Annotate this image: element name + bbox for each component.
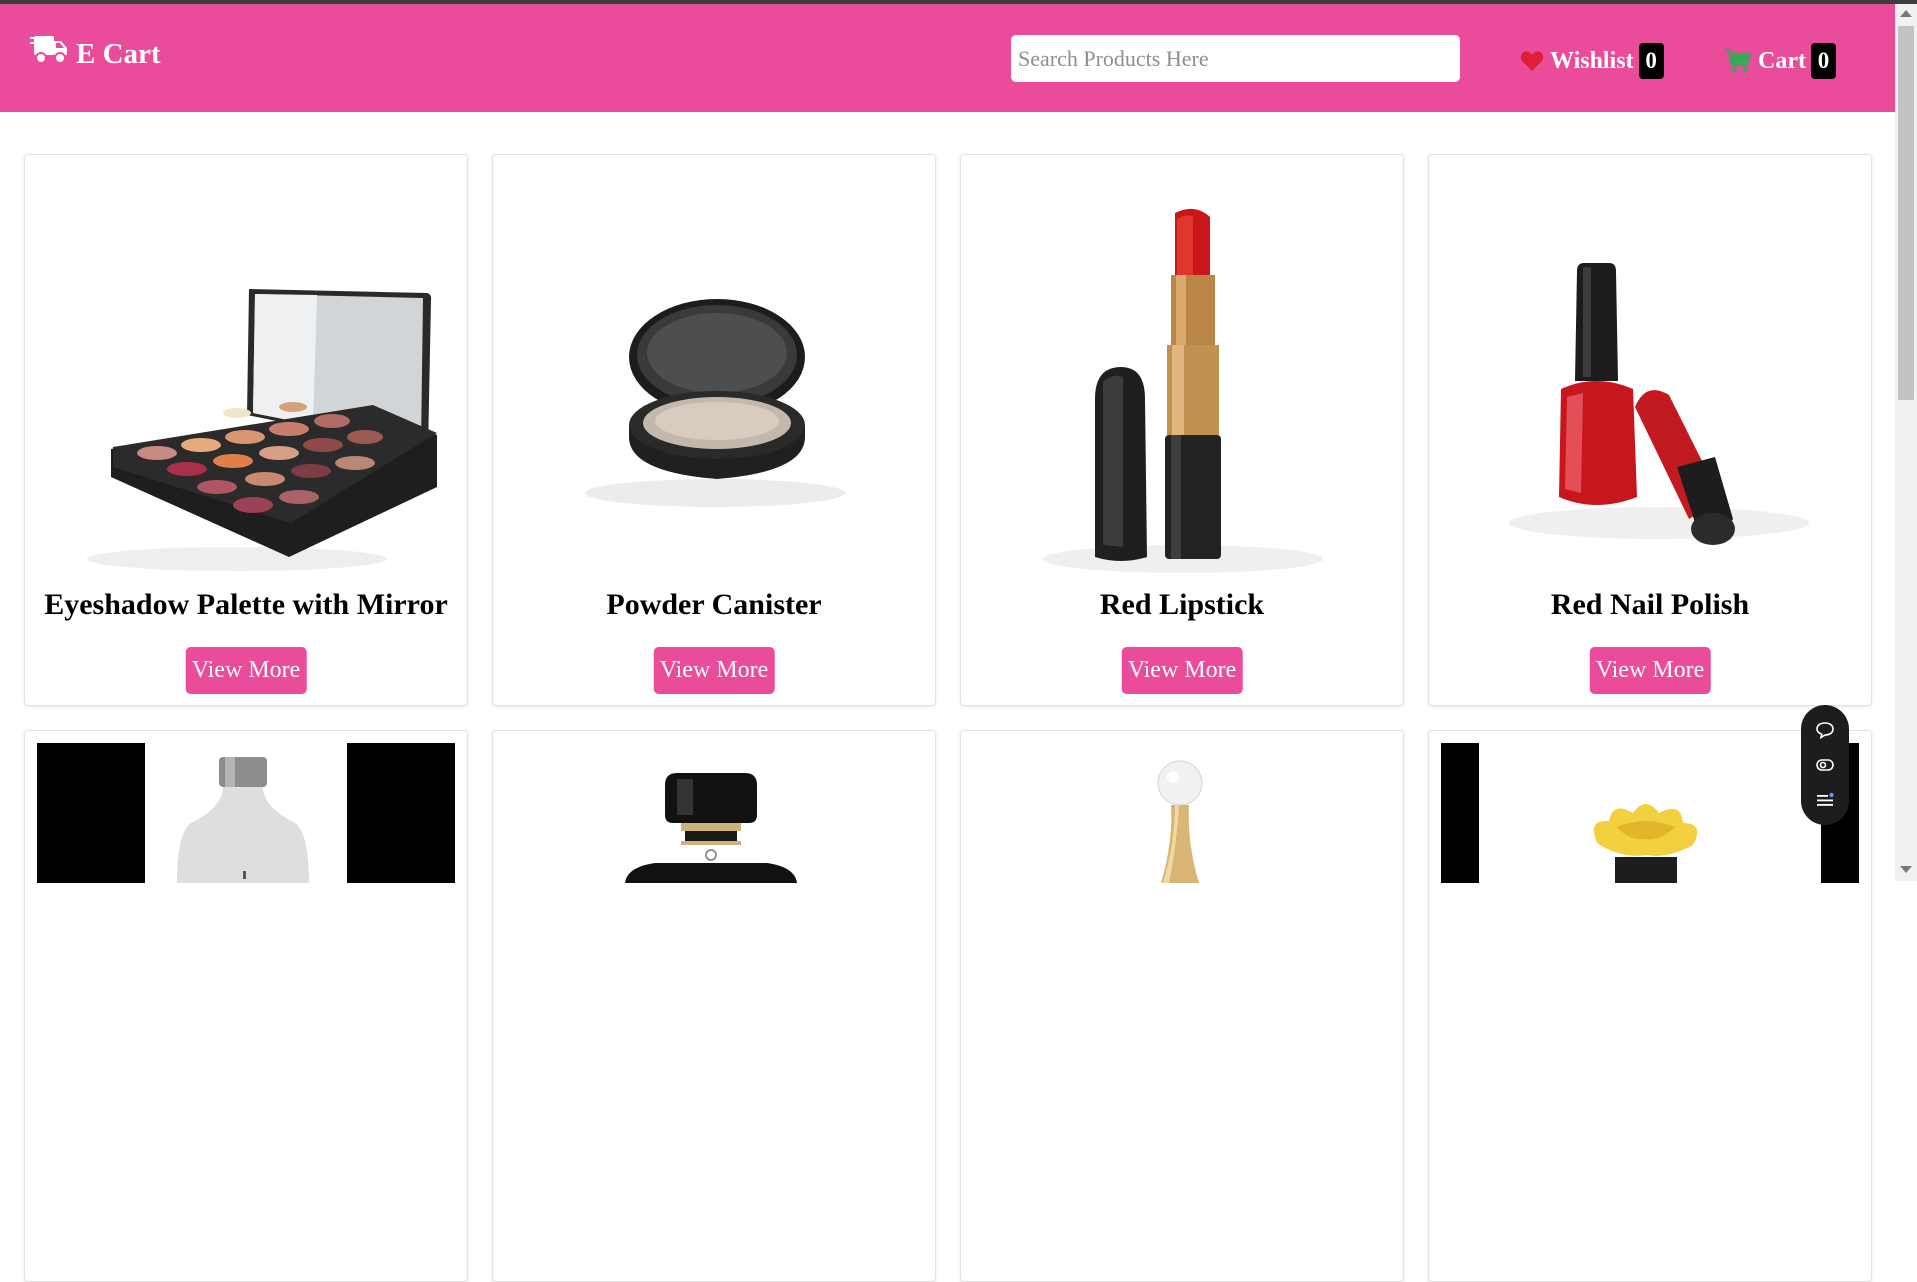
scrollbar-thumb[interactable]: [1898, 26, 1914, 400]
perfume-bottle-black-image: [505, 743, 923, 1163]
toggle-icon[interactable]: [1815, 756, 1835, 779]
product-card: Eyeshadow Palette with Mirror View More: [24, 154, 468, 706]
view-more-button[interactable]: View More: [185, 647, 307, 694]
product-title: Red Nail Polish: [1550, 588, 1750, 621]
wishlist-label: Wishlist: [1550, 47, 1634, 74]
chat-bubble-icon[interactable]: [1815, 721, 1835, 744]
product-card: Red Nail Polish View More: [1428, 154, 1872, 706]
scroll-down-arrow-icon[interactable]: [1900, 866, 1912, 873]
floating-toolbar: [1801, 705, 1849, 825]
eyeshadow-palette-image: [37, 167, 455, 587]
heart-icon: [1520, 50, 1544, 72]
product-title: Red Lipstick: [1099, 588, 1265, 621]
product-title: Eyeshadow Palette with Mirror: [44, 588, 448, 621]
wishlist-count-badge: 0: [1638, 43, 1664, 79]
brand-name: E Cart: [76, 37, 161, 70]
view-more-button[interactable]: View More: [1589, 647, 1711, 694]
product-card: [24, 730, 468, 1282]
red-nail-polish-image: [1441, 167, 1859, 587]
page-scrollbar[interactable]: [1895, 4, 1917, 881]
powder-compact-image: [505, 167, 923, 587]
product-title: Powder Canister: [606, 588, 822, 621]
menu-list-icon[interactable]: [1815, 791, 1835, 814]
brand-logo[interactable]: E Cart: [30, 34, 161, 74]
scroll-up-arrow-icon[interactable]: [1900, 10, 1912, 17]
cart-count-badge: 0: [1810, 43, 1836, 79]
shopping-cart-icon: [1724, 48, 1752, 74]
red-lipstick-image: [973, 167, 1391, 587]
perfume-bottle-yellow-flower-image: [1441, 743, 1859, 1163]
delivery-truck-icon: [30, 35, 76, 73]
navbar: E Cart Wishlist 0 Cart 0: [0, 4, 1895, 112]
cart-label: Cart: [1758, 47, 1806, 74]
cart-link[interactable]: Cart 0: [1724, 42, 1836, 80]
product-card: [492, 730, 936, 1282]
wishlist-link[interactable]: Wishlist 0: [1520, 42, 1664, 80]
product-card: [960, 730, 1404, 1282]
product-card: Powder Canister View More: [492, 154, 936, 706]
perfume-bottle-gold-image: [973, 743, 1391, 1163]
search-input[interactable]: [1011, 35, 1460, 82]
view-more-button[interactable]: View More: [1121, 647, 1243, 694]
perfume-bottle-frosted-image: [37, 743, 455, 1163]
product-card: Red Lipstick View More: [960, 154, 1404, 706]
view-more-button[interactable]: View More: [653, 647, 775, 694]
